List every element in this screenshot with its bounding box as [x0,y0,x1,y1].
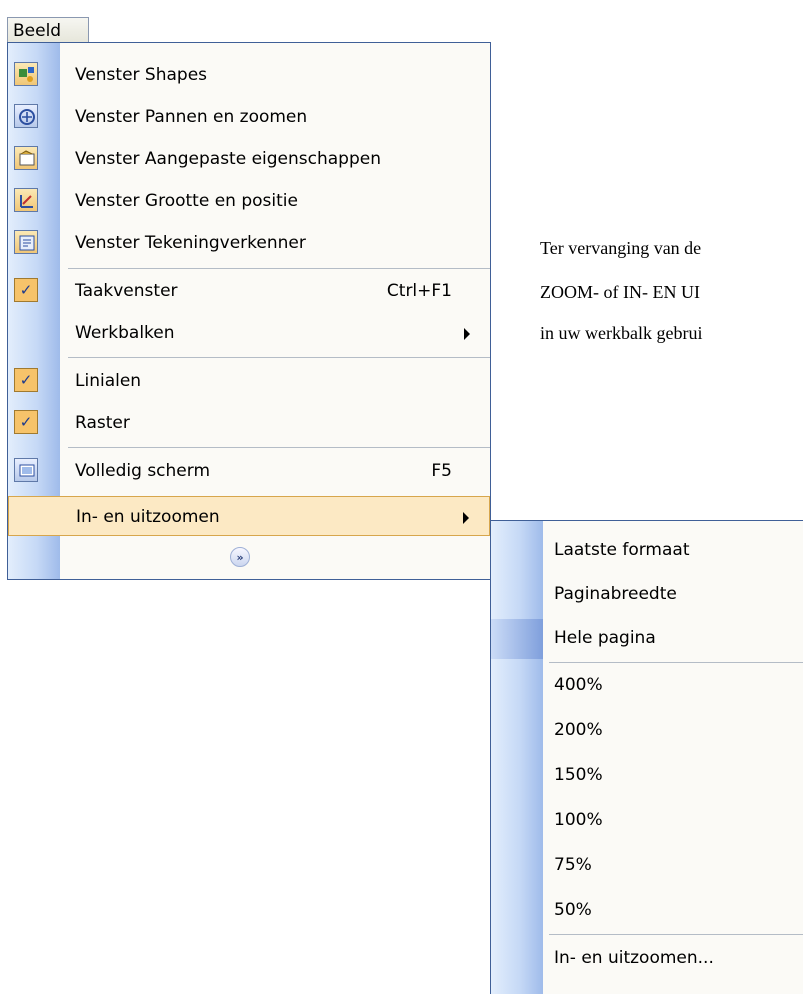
menu-item-shapes-window[interactable]: Venster Shapes [8,55,490,95]
menu-item-label: Werkbalken [75,323,175,343]
custom-properties-window-icon [14,146,38,170]
menu-item-label: Venster Shapes [75,65,208,85]
menu-separator [68,447,490,448]
menu-item-size-position-window[interactable]: Venster Grootte en positie [8,181,490,221]
menu-item-label: Venster Grootte en positie [75,191,298,211]
checkmark-icon: ✓ [14,278,38,302]
submenu-item-page-width[interactable]: Paginabreedte [491,574,803,614]
submenu-separator [549,662,803,663]
size-position-window-icon [14,188,38,212]
pan-zoom-window-icon [14,104,38,128]
submenu-item-whole-page[interactable]: Hele pagina [491,618,803,658]
shapes-window-icon [14,62,38,86]
submenu-item-50[interactable]: 50% [491,890,803,930]
menu-item-grid[interactable]: ✓ Raster [8,403,490,443]
menu-item-pan-zoom-window[interactable]: Venster Pannen en zoomen [8,97,490,137]
full-screen-icon [14,458,38,482]
submenu-item-zoom-dialog[interactable]: In- en uitzoomen... [491,938,803,978]
menu-item-label: Venster Aangepaste eigenschappen [75,149,381,169]
menu-item-label: Raster [75,413,130,433]
submenu-item-label: Hele pagina [554,628,656,648]
submenu-item-200[interactable]: 200% [491,710,803,750]
menu-item-label: Venster Tekeningverkenner [75,233,306,253]
checkmark-icon: ✓ [14,410,38,434]
menu-item-label: Taakvenster [75,281,178,301]
menu-item-rulers[interactable]: ✓ Linialen [8,361,490,401]
submenu-item-400[interactable]: 400% [491,665,803,705]
document-text-line: Ter vervanging van de [540,238,702,258]
menu-item-custom-properties-window[interactable]: Venster Aangepaste eigenschappen [8,139,490,179]
expand-menu-chevron-icon[interactable]: » [230,547,250,567]
checkmark-icon: ✓ [14,368,38,392]
submenu-item-last-size[interactable]: Laatste formaat [491,530,803,570]
submenu-item-label: Laatste formaat [554,540,690,560]
submenu-item-100[interactable]: 100% [491,800,803,840]
document-text-line: in uw werkbalk gebrui [540,323,703,343]
submenu-item-label: 75% [554,855,592,875]
menu-item-label: Volledig scherm [75,461,211,481]
menu-item-task-pane[interactable]: ✓ Taakvenster Ctrl+F1 [8,271,490,311]
submenu-arrow-icon [464,328,470,340]
submenu-item-150[interactable]: 150% [491,755,803,795]
menu-item-full-screen[interactable]: Volledig scherm F5 [8,451,490,491]
view-dropdown-menu: Venster Shapes Venster Pannen en zoomen … [7,42,491,580]
menu-item-label: Linialen [75,371,142,391]
submenu-item-label: Paginabreedte [554,584,677,604]
menu-item-label: In- en uitzoomen [76,507,220,527]
submenu-item-label: 200% [554,720,603,740]
submenu-item-label: In- en uitzoomen... [554,948,714,968]
drawing-explorer-window-icon [14,230,38,254]
submenu-arrow-icon [463,512,469,524]
submenu-separator [549,934,803,935]
menu-separator [68,268,490,269]
menu-beeld[interactable]: Beeld [7,17,89,43]
menu-separator [68,357,490,358]
menu-item-shortcut: F5 [431,461,452,481]
document-text-line: ZOOM- of IN- EN UI [540,282,700,302]
submenu-item-label: 400% [554,675,603,695]
zoom-submenu: Laatste formaat Paginabreedte Hele pagin… [490,520,803,994]
menu-item-label: Venster Pannen en zoomen [75,107,308,127]
menu-item-drawing-explorer-window[interactable]: Venster Tekeningverkenner [8,223,490,263]
menu-item-toolbars[interactable]: Werkbalken [8,313,490,353]
menu-item-shortcut: Ctrl+F1 [386,281,452,301]
submenu-item-label: 150% [554,765,603,785]
submenu-item-label: 50% [554,900,592,920]
submenu-item-label: 100% [554,810,603,830]
menu-item-zoom[interactable]: In- en uitzoomen [8,496,490,536]
submenu-item-75[interactable]: 75% [491,845,803,885]
